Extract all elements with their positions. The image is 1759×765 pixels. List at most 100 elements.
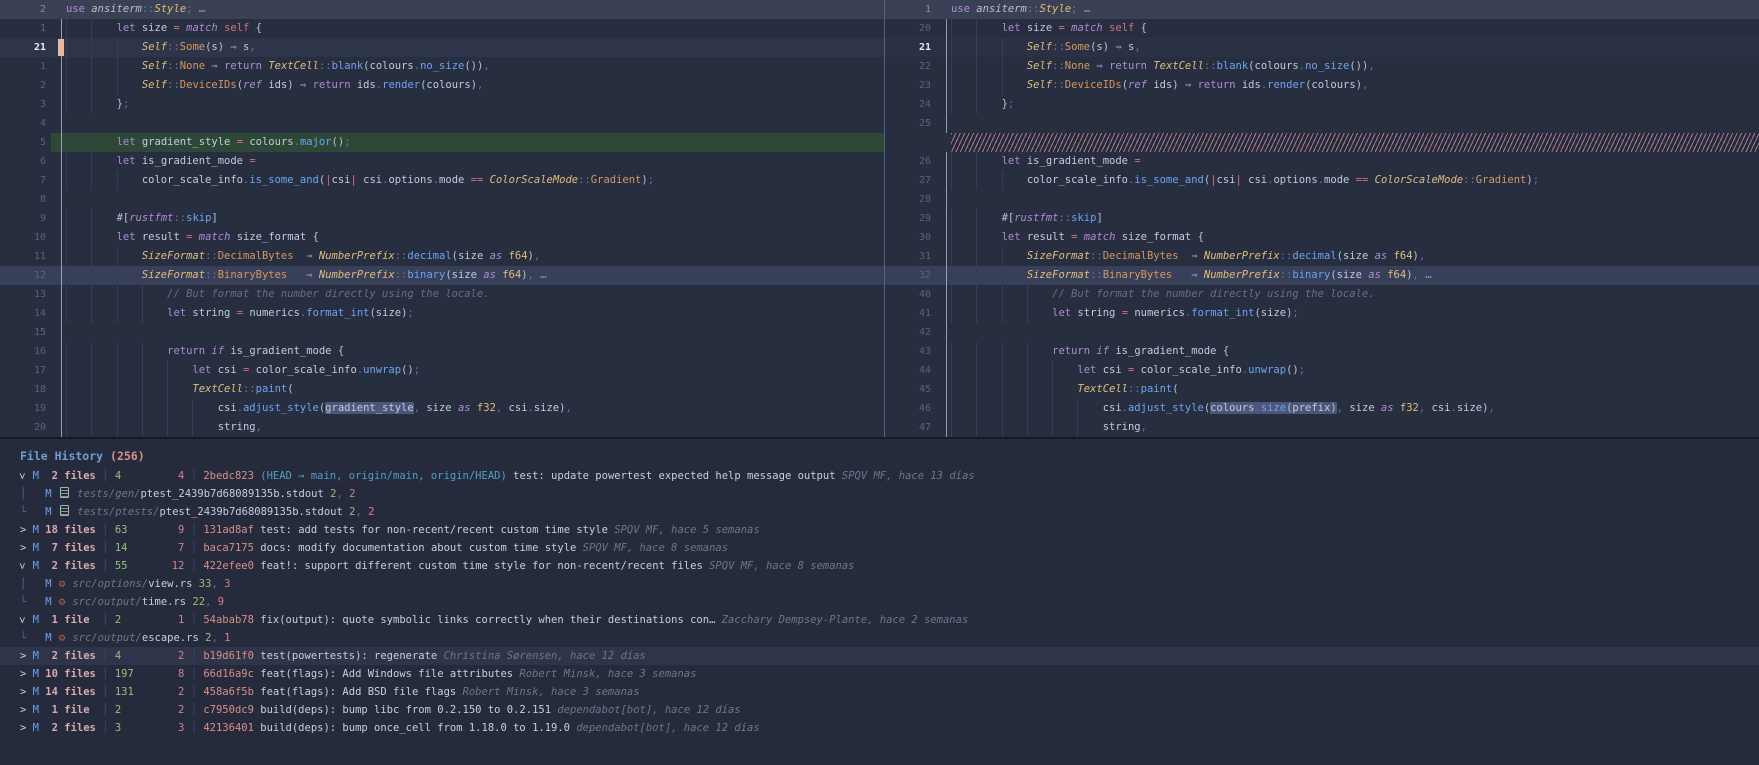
commit-row[interactable]: > M 2 files │ 3 3 │ 42136401 build(deps)…	[0, 719, 1759, 737]
line-number: 2	[0, 0, 51, 19]
code-line[interactable]: 46csi.adjust_style(colours.size(prefix),…	[885, 399, 1759, 418]
diff-left-pane[interactable]: 2use ansiterm::Style; …1let size = match…	[0, 0, 884, 437]
commit-row[interactable]: > M 10 files │ 197 8 │ 66d16a9c feat(fla…	[0, 665, 1759, 683]
chevron-down-icon[interactable]: >	[13, 617, 31, 623]
code-line[interactable]: 4	[0, 114, 884, 133]
code-line[interactable]: 12SizeFormat::BinaryBytes ⇒ NumberPrefix…	[0, 266, 884, 285]
chevron-down-icon[interactable]: >	[13, 563, 31, 569]
line-number: 8	[0, 190, 51, 209]
code-line[interactable]: 42	[885, 323, 1759, 342]
file-row[interactable]: └ M ⚙ src/output/escape.rs 2, 1	[0, 629, 1759, 647]
code-line[interactable]: 27color_scale_info.is_some_and(|csi| csi…	[885, 171, 1759, 190]
commit-message: test: add tests for non-recent/recent cu…	[254, 524, 608, 536]
code-line[interactable]: 13// But format the number directly usin…	[0, 285, 884, 304]
file-row[interactable]: └ M tests/ptests/ptest_2439b7d68089135b.…	[0, 503, 1759, 521]
code-line[interactable]: 43return if is_gradient_mode {	[885, 342, 1759, 361]
code-line[interactable]: 19csi.adjust_style(gradient_style, size …	[0, 399, 884, 418]
code-line[interactable]: 25	[885, 114, 1759, 133]
code-line[interactable]: 28	[885, 190, 1759, 209]
code-line[interactable]: 30let result = match size_format {	[885, 228, 1759, 247]
code-line[interactable]: 21Self::Some(s) ⇒ s,	[0, 38, 884, 57]
commit-row[interactable]: > M 2 files │ 55 12 │ 422efee0 feat!: su…	[0, 557, 1759, 575]
code-line[interactable]: 20let size = match self {	[885, 19, 1759, 38]
code-line[interactable]: 40// But format the number directly usin…	[885, 285, 1759, 304]
code-line[interactable]: 2use ansiterm::Style; …	[0, 0, 884, 19]
file-history-panel: File History (256) > M 2 files │ 4 4 │ 2…	[0, 437, 1759, 765]
gutter	[936, 133, 951, 152]
code-line[interactable]: 41let string = numerics.format_int(size)…	[885, 304, 1759, 323]
code-line[interactable]: 32SizeFormat::BinaryBytes ⇒ NumberPrefix…	[885, 266, 1759, 285]
commit-author-date: dependabot[bot], hace 12 días	[551, 704, 741, 716]
code-line[interactable]: 18TextCell::paint(	[0, 380, 884, 399]
gutter	[51, 418, 66, 437]
file-row[interactable]: │ M ⚙ src/options/view.rs 33, 3	[0, 575, 1759, 593]
code-text: color_scale_info.is_some_and(|csi| csi.o…	[66, 171, 884, 190]
gutter	[51, 247, 66, 266]
line-number: 25	[885, 114, 936, 133]
chevron-down-icon[interactable]: >	[13, 473, 31, 479]
line-number: 4	[0, 114, 51, 133]
commit-row[interactable]: > M 1 file │ 2 2 │ c7950dc9 build(deps):…	[0, 701, 1759, 719]
code-line[interactable]: 20string,	[0, 418, 884, 437]
commit-row[interactable]: > M 7 files │ 14 7 │ baca7175 docs: modi…	[0, 539, 1759, 557]
line-number: 19	[0, 399, 51, 418]
code-line[interactable]: 24};	[885, 95, 1759, 114]
code-text: let string = numerics.format_int(size);	[66, 304, 884, 323]
code-line[interactable]: 8	[0, 190, 884, 209]
code-text: TextCell::paint(	[66, 380, 884, 399]
code-line[interactable]: 26let is_gradient_mode =	[885, 152, 1759, 171]
code-text: use ansiterm::Style; …	[951, 0, 1759, 19]
gutter	[936, 228, 951, 247]
line-number: 28	[885, 190, 936, 209]
commit-author-date: Zacchary Dempsey-Plante, hace 2 semanas	[715, 614, 968, 626]
code-line[interactable]: 44let csi = color_scale_info.unwrap();	[885, 361, 1759, 380]
commit-row[interactable]: > M 2 files │ 4 2 │ b19d61f0 test(powert…	[0, 647, 1759, 665]
diff-filler-row[interactable]	[885, 133, 1759, 152]
commit-row[interactable]: > M 14 files │ 131 2 │ 458a6f5b feat(fla…	[0, 683, 1759, 701]
code-line[interactable]: 6let is_gradient_mode =	[0, 152, 884, 171]
gutter	[936, 361, 951, 380]
code-line[interactable]: 22Self::None ⇒ return TextCell::blank(co…	[885, 57, 1759, 76]
code-line[interactable]: 3};	[0, 95, 884, 114]
code-line[interactable]: 1let size = match self {	[0, 19, 884, 38]
code-text	[66, 114, 884, 133]
gutter	[936, 285, 951, 304]
code-text: #[rustfmt::skip]	[66, 209, 884, 228]
code-line[interactable]: 16return if is_gradient_mode {	[0, 342, 884, 361]
code-line[interactable]: 47string,	[885, 418, 1759, 437]
gutter	[51, 228, 66, 247]
gutter	[936, 380, 951, 399]
code-line[interactable]: 45TextCell::paint(	[885, 380, 1759, 399]
file-row[interactable]: └ M ⚙ src/output/time.rs 22, 9	[0, 593, 1759, 611]
gutter	[936, 152, 951, 171]
commit-row[interactable]: > M 1 file │ 2 1 │ 54abab78 fix(output):…	[0, 611, 1759, 629]
code-text: #[rustfmt::skip]	[951, 209, 1759, 228]
file-row[interactable]: │ M tests/gen/ptest_2439b7d68089135b.std…	[0, 485, 1759, 503]
code-text	[66, 190, 884, 209]
line-number: 1	[885, 0, 936, 19]
code-line[interactable]: 31SizeFormat::DecimalBytes ⇒ NumberPrefi…	[885, 247, 1759, 266]
commit-row[interactable]: > M 18 files │ 63 9 │ 131ad8af test: add…	[0, 521, 1759, 539]
commit-author-date: SPQV MF, hace 8 semanas	[576, 542, 728, 554]
line-number: 42	[885, 323, 936, 342]
commit-row[interactable]: > M 2 files │ 4 4 │ 2bedc823 (HEAD → mai…	[0, 467, 1759, 485]
code-line[interactable]: 7color_scale_info.is_some_and(|csi| csi.…	[0, 171, 884, 190]
line-number: 45	[885, 380, 936, 399]
code-line[interactable]: 29#[rustfmt::skip]	[885, 209, 1759, 228]
commit-hash: 66d16a9c	[203, 668, 254, 680]
commit-hash: 42136401	[203, 722, 254, 734]
code-line[interactable]: 5let gradient_style = colours.major();	[0, 133, 884, 152]
code-line[interactable]: 17let csi = color_scale_info.unwrap();	[0, 361, 884, 380]
line-number: 27	[885, 171, 936, 190]
code-line[interactable]: 11SizeFormat::DecimalBytes ⇒ NumberPrefi…	[0, 247, 884, 266]
code-line[interactable]: 23Self::DeviceIDs(ref ids) ⇒ return ids.…	[885, 76, 1759, 95]
diff-right-pane[interactable]: 1 use ansiterm::Style; …20let size = matc…	[884, 0, 1759, 437]
code-line[interactable]: 21Self::Some(s) ⇒ s,	[885, 38, 1759, 57]
code-line[interactable]: 9#[rustfmt::skip]	[0, 209, 884, 228]
code-line[interactable]: 15	[0, 323, 884, 342]
code-line[interactable]: 10let result = match size_format {	[0, 228, 884, 247]
code-line[interactable]: 14let string = numerics.format_int(size)…	[0, 304, 884, 323]
code-line[interactable]: 1 use ansiterm::Style; …	[885, 0, 1759, 19]
code-line[interactable]: 2Self::DeviceIDs(ref ids) ⇒ return ids.r…	[0, 76, 884, 95]
code-line[interactable]: 1Self::None ⇒ return TextCell::blank(col…	[0, 57, 884, 76]
